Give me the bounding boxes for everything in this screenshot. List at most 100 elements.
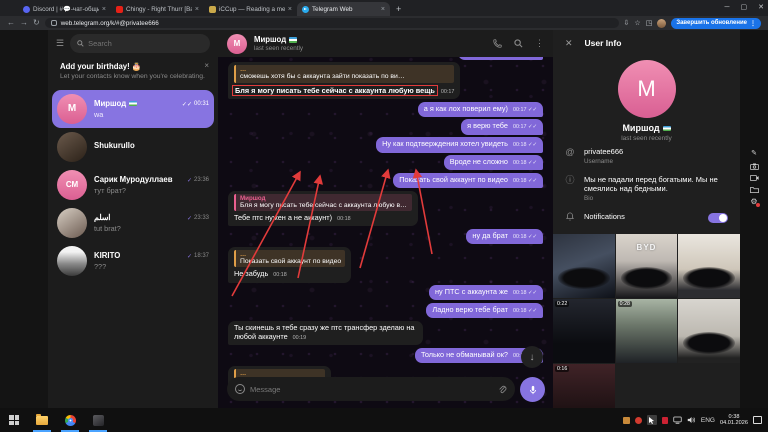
telegram-app: ☰ Add your birthday! 🎂 Let your contacts… bbox=[0, 30, 768, 408]
message-bubble[interactable]: Миршод Бля я могу писать тебе сейчас с а… bbox=[228, 191, 418, 227]
tab-close-icon[interactable]: × bbox=[288, 6, 292, 13]
language-indicator[interactable]: ENG bbox=[701, 417, 715, 424]
back-button[interactable]: ← bbox=[7, 19, 15, 27]
taskbar-app[interactable] bbox=[84, 408, 112, 432]
window-controls: ─ ▢ ✕ bbox=[725, 0, 764, 14]
tab-iccup[interactable]: iCCup — Reading a message fr... × bbox=[204, 2, 297, 16]
tab-close-icon[interactable]: × bbox=[195, 6, 199, 13]
taskbar-file-explorer[interactable] bbox=[28, 408, 56, 432]
forward-button[interactable]: → bbox=[20, 19, 28, 27]
folder-icon[interactable] bbox=[750, 186, 759, 193]
call-icon[interactable] bbox=[493, 39, 502, 48]
message-bubble[interactable]: Ладно верю тебе брат00:18 ✓✓ bbox=[426, 303, 543, 318]
chat-time: 18:37 bbox=[194, 253, 209, 259]
tab-close-icon[interactable]: × bbox=[381, 6, 385, 13]
search-input[interactable] bbox=[88, 39, 158, 48]
start-button[interactable] bbox=[0, 408, 28, 432]
message-bubble[interactable]: Ты скинешь я тебе сразу же птс трансфер … bbox=[228, 321, 423, 346]
pencil-icon[interactable]: ✎ bbox=[751, 150, 757, 158]
tab-title: Chingy - Right Thurr [Bass... bbox=[126, 6, 192, 13]
username-label: Username bbox=[584, 158, 728, 165]
more-options-icon[interactable]: ⋮ bbox=[535, 38, 544, 49]
message-bubble[interactable]: … Показать свой аккаунт по видео Не забу… bbox=[228, 247, 351, 283]
message-input-bar[interactable] bbox=[227, 377, 515, 401]
right-overlay-strip: ✎ ⚙ bbox=[740, 30, 768, 408]
tray-cursor-icon[interactable] bbox=[647, 415, 657, 425]
bookmark-star-icon[interactable]: ☆ bbox=[634, 19, 640, 27]
menu-icon[interactable]: ☰ bbox=[56, 38, 64, 49]
chrome-menu-icon[interactable]: ⋮ bbox=[750, 20, 756, 27]
address-bar[interactable]: web.telegram.org/k/#@privatee666 bbox=[45, 18, 619, 28]
tab-discord[interactable]: Discord | #💬-чат-общый | iCC... × bbox=[18, 2, 111, 16]
media-photo[interactable] bbox=[678, 234, 740, 298]
scroll-to-bottom-button[interactable]: ↓ bbox=[521, 346, 543, 368]
emoji-icon[interactable] bbox=[235, 384, 245, 394]
username-row[interactable]: @ privatee666 Username bbox=[553, 142, 740, 170]
chat-list-item-aslam[interactable]: اسلم ✓23:33 tut brat? bbox=[52, 204, 214, 242]
close-icon[interactable]: ✕ bbox=[565, 38, 573, 49]
message-bubble[interactable]: ну да брат00:18 ✓✓ bbox=[466, 229, 543, 244]
chat-header-avatar[interactable]: M bbox=[227, 34, 247, 54]
taskbar-clock[interactable]: 0:38 04.01.2026 bbox=[720, 414, 748, 427]
chat-list-item-kirito[interactable]: KIRITO ✓18:37 ??? bbox=[52, 242, 214, 280]
minimize-button[interactable]: ─ bbox=[725, 4, 730, 11]
chat-header-status: last seen recently bbox=[254, 45, 486, 52]
media-video[interactable]: 0:28 bbox=[616, 299, 678, 363]
chat-name: اسلم bbox=[94, 213, 187, 222]
voice-record-button[interactable] bbox=[520, 377, 545, 402]
message-bubble[interactable]: Ну как подтверждения хотел увидеть00:18 … bbox=[376, 137, 543, 152]
app-icon bbox=[93, 415, 104, 426]
tab-telegram-active[interactable]: Telegram Web × bbox=[297, 2, 390, 16]
tray-shield-icon[interactable] bbox=[662, 417, 668, 424]
media-photo[interactable] bbox=[553, 234, 615, 298]
new-tab-button[interactable]: + bbox=[396, 2, 401, 16]
bio-label: Bio bbox=[584, 195, 728, 202]
media-video[interactable]: 0:16 bbox=[553, 364, 615, 409]
action-center-icon[interactable] bbox=[753, 416, 762, 424]
message-input[interactable] bbox=[250, 385, 493, 394]
reply-quote[interactable]: Миршод Бля я могу писать тебе сейчас с а… bbox=[234, 194, 412, 212]
message-bubble[interactable]: Показать свой аккаунт по видео00:18 ✓✓ bbox=[393, 173, 543, 188]
screenshot-camera-icon[interactable] bbox=[750, 163, 759, 170]
reply-quote[interactable]: … сможешь хотя бы с аккаунта зайти показ… bbox=[234, 65, 454, 83]
tab-youtube[interactable]: Chingy - Right Thurr [Bass... × bbox=[111, 2, 204, 16]
message-bubble-highlighted[interactable]: … сможешь хотя бы с аккаунта зайти показ… bbox=[228, 62, 460, 99]
attach-icon[interactable] bbox=[498, 385, 507, 394]
bio-row[interactable]: ⓘ Мы не падали перед богатыми. Мы не сме… bbox=[553, 170, 740, 207]
close-button[interactable]: ✕ bbox=[758, 3, 764, 11]
install-app-icon[interactable]: ⇩ bbox=[624, 19, 630, 27]
media-photo[interactable]: BYD bbox=[616, 234, 678, 298]
reload-button[interactable]: ↻ bbox=[33, 19, 40, 27]
message-bubble[interactable]: а я как лох поверил ему)00:17 ✓✓ bbox=[418, 102, 543, 117]
browser-profile-avatar[interactable] bbox=[657, 19, 666, 28]
message-bubble[interactable]: я верю тебе00:17 ✓✓ bbox=[461, 119, 543, 134]
network-icon[interactable] bbox=[673, 416, 682, 424]
notifications-row[interactable]: Notifications bbox=[553, 207, 740, 228]
chat-list-item-shukurullo[interactable]: Shukurullo bbox=[52, 128, 214, 166]
message-bubble[interactable]: и мне скинул00:17 ✓✓ bbox=[458, 57, 543, 60]
banner-close-icon[interactable]: × bbox=[204, 61, 209, 70]
tray-app-icon[interactable] bbox=[623, 417, 630, 424]
notifications-toggle[interactable] bbox=[708, 213, 728, 223]
tab-close-icon[interactable]: × bbox=[102, 6, 106, 13]
chat-list-item-mirshod[interactable]: M Миршод ✓✓00:31 wa bbox=[52, 90, 214, 128]
profile-avatar[interactable]: M bbox=[618, 60, 676, 118]
chat-header[interactable]: M Миршод last seen recently ⋮ bbox=[218, 30, 553, 57]
taskbar-chrome[interactable] bbox=[56, 408, 84, 432]
extensions-icon[interactable]: ◳ bbox=[646, 19, 653, 27]
message-bubble[interactable]: Вроде не сложно00:18 ✓✓ bbox=[444, 155, 543, 170]
speaker-icon[interactable] bbox=[687, 416, 696, 424]
media-video[interactable]: 0:22 bbox=[553, 299, 615, 363]
search-box[interactable] bbox=[70, 34, 210, 53]
finish-update-button[interactable]: Завершить обновление ⋮ bbox=[671, 18, 761, 29]
settings-gear-icon[interactable]: ⚙ bbox=[750, 198, 757, 206]
chat-list-item-sarik[interactable]: СМ Сарик Муродуллаев ✓23:36 тут брат? bbox=[52, 166, 214, 204]
video-record-icon[interactable] bbox=[750, 175, 759, 181]
birthday-banner[interactable]: Add your birthday! 🎂 Let your contacts k… bbox=[54, 58, 212, 86]
message-bubble[interactable]: ну ПТС с аккаунта же00:18 ✓✓ bbox=[429, 285, 543, 300]
maximize-button[interactable]: ▢ bbox=[741, 3, 748, 11]
media-photo[interactable] bbox=[678, 299, 740, 363]
reply-quote[interactable]: … Показать свой аккаунт по видео bbox=[234, 250, 345, 268]
search-icon[interactable] bbox=[514, 39, 523, 48]
tray-record-icon[interactable] bbox=[635, 417, 642, 424]
